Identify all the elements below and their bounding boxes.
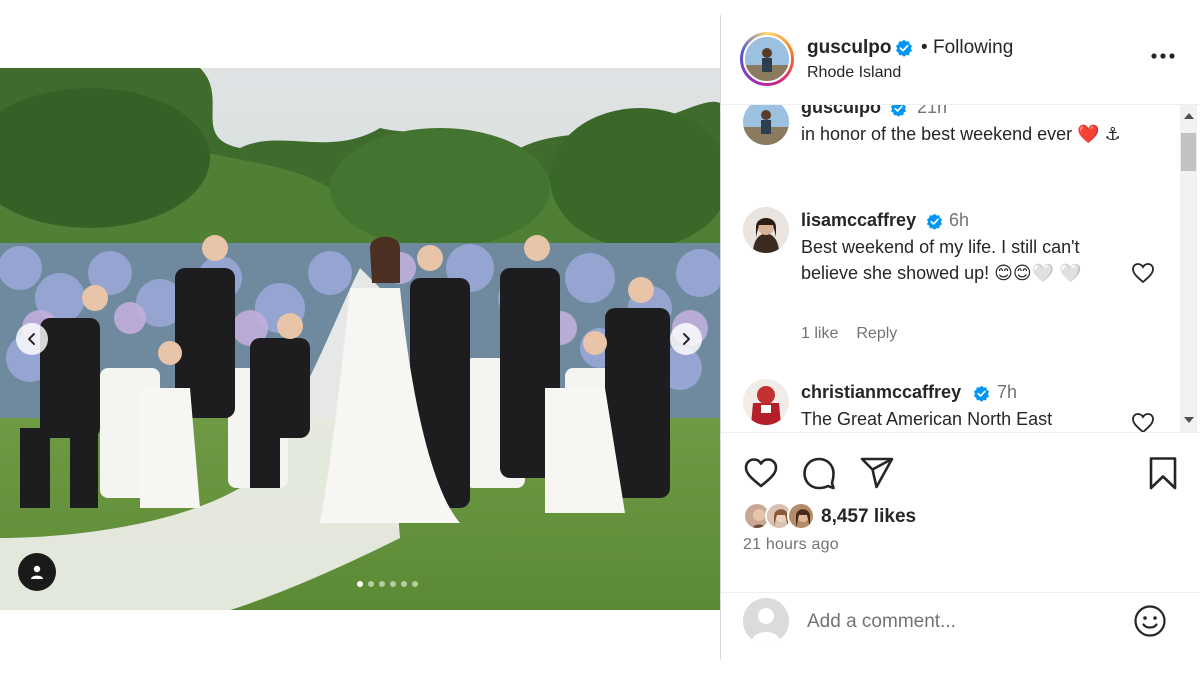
more-options-icon[interactable]	[1150, 50, 1176, 62]
comment-username[interactable]: gusculpo	[801, 105, 881, 118]
comment-item: lisamccaffrey 6h Best weekend of my life…	[721, 205, 1180, 355]
comment-text: in honor of the best weekend ever ❤️ ⚓	[801, 124, 1121, 144]
bookmark-icon[interactable]	[1145, 455, 1181, 491]
comment-time[interactable]: 21h	[917, 105, 947, 118]
comments-list[interactable]: gusculpo 21h in honor of the best weeken…	[721, 105, 1180, 432]
wedding-photo	[0, 68, 720, 610]
comment-avatar[interactable]	[743, 105, 789, 145]
comment-username[interactable]: lisamccaffrey	[801, 210, 916, 231]
likes-count[interactable]: 8,457 likes	[821, 506, 916, 528]
post-header: gusculpo • Following Rhode Island	[721, 15, 1200, 105]
comment-avatar[interactable]	[743, 379, 789, 425]
comment-avatar[interactable]	[743, 207, 789, 253]
liked-by-avatars[interactable]	[743, 502, 819, 530]
previous-slide-button[interactable]	[16, 323, 48, 355]
next-slide-button[interactable]	[670, 323, 702, 355]
verified-badge-icon	[926, 213, 943, 230]
carousel-dot	[379, 581, 385, 587]
comments-scrollbar[interactable]	[1180, 105, 1197, 432]
post-location[interactable]: Rhode Island	[807, 64, 901, 82]
post-timestamp[interactable]: 21 hours ago	[743, 536, 839, 554]
carousel-dot	[390, 581, 396, 587]
header-separator: •	[921, 37, 928, 58]
comment-time[interactable]: 6h	[949, 210, 969, 231]
following-button[interactable]: Following	[933, 37, 1013, 59]
comment-time[interactable]: 7h	[997, 382, 1017, 403]
scroll-thumb[interactable]	[1181, 133, 1196, 171]
chevron-left-icon	[28, 333, 35, 345]
comment-text: The Great American North East	[801, 409, 1053, 429]
heart-icon[interactable]	[743, 455, 779, 491]
carousel-indicator	[357, 581, 418, 587]
post-media[interactable]	[0, 68, 720, 610]
post-actions: 8,457 likes 21 hours ago	[721, 432, 1200, 592]
chevron-right-icon	[683, 333, 690, 345]
carousel-dot	[412, 581, 418, 587]
verified-badge-icon	[890, 105, 907, 117]
comment-input[interactable]	[807, 607, 1127, 637]
person-tag-icon	[31, 565, 43, 579]
carousel-dot	[368, 581, 374, 587]
scroll-up-arrow-icon[interactable]	[1184, 113, 1194, 119]
carousel-dot	[401, 581, 407, 587]
author-avatar[interactable]	[740, 32, 794, 86]
caption-comment: gusculpo 21h in honor of the best weeken…	[721, 105, 1180, 173]
add-comment-bar	[721, 592, 1200, 660]
current-user-avatar	[743, 598, 789, 644]
comment-like-count[interactable]: 1 like	[801, 325, 838, 342]
reply-button[interactable]: Reply	[856, 325, 897, 342]
comment-item: christianmccaffrey 7h The Great American…	[721, 377, 1180, 432]
comment-meta: 1 like Reply	[801, 325, 915, 343]
author-username[interactable]: gusculpo	[807, 37, 891, 59]
verified-badge-icon	[973, 385, 990, 402]
comment-bubble-icon[interactable]	[801, 455, 837, 491]
comment-text: Best weekend of my life. I still can't b…	[801, 237, 1082, 283]
smiley-icon[interactable]	[1133, 604, 1167, 638]
paper-plane-icon[interactable]	[859, 455, 895, 491]
comment-like-heart-icon[interactable]	[1131, 412, 1155, 432]
carousel-dot	[357, 581, 363, 587]
verified-badge-icon	[896, 39, 912, 57]
tagged-people-button[interactable]	[18, 553, 56, 591]
comment-username[interactable]: christianmccaffrey	[801, 382, 961, 403]
comment-like-heart-icon[interactable]	[1131, 262, 1155, 284]
liker-avatar	[787, 502, 815, 530]
scroll-down-arrow-icon[interactable]	[1184, 417, 1194, 423]
